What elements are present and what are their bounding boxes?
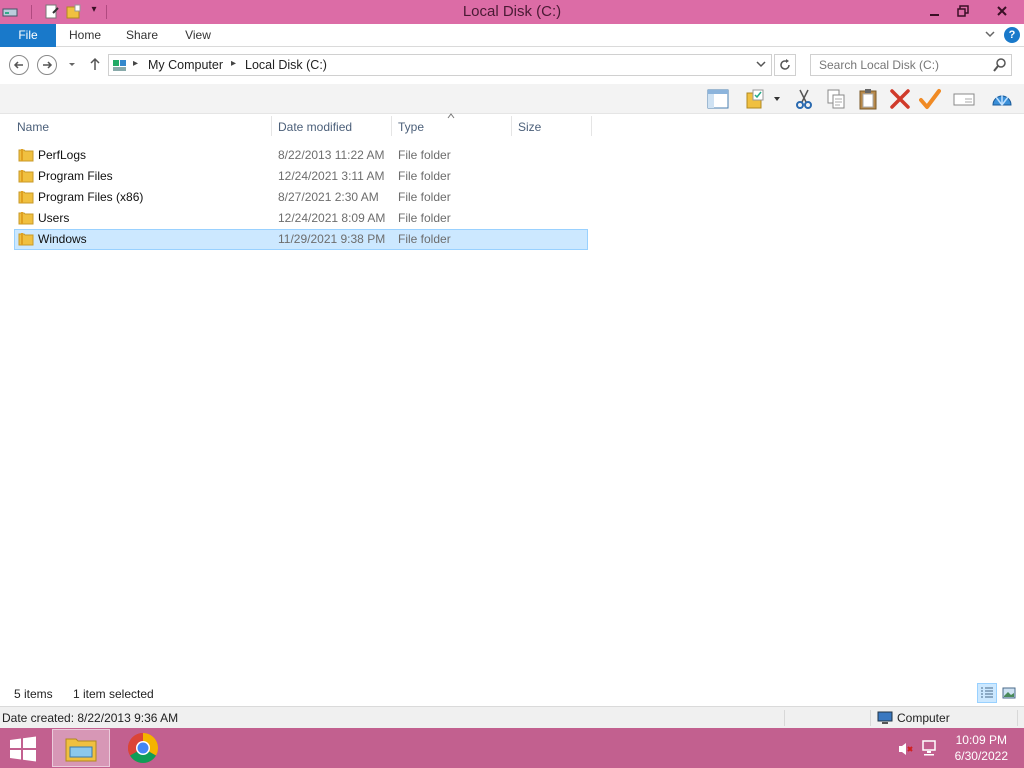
column-divider[interactable]	[591, 116, 592, 136]
search-box[interactable]: Search Local Disk (C:)	[810, 54, 1012, 76]
check-icon[interactable]	[918, 87, 942, 111]
help-icon[interactable]: ?	[1004, 27, 1020, 43]
file-type: File folder	[398, 232, 451, 246]
refresh-button[interactable]	[774, 54, 796, 76]
breadcrumb-my-computer[interactable]: My Computer	[148, 58, 223, 72]
recent-locations-icon[interactable]	[66, 58, 78, 70]
file-name: Windows	[38, 232, 87, 246]
column-header-size[interactable]: Size	[513, 114, 591, 140]
file-explorer-taskbar-button[interactable]	[52, 729, 110, 767]
status-bar: 5 items 1 item selected	[0, 683, 1024, 705]
forward-button[interactable]	[37, 55, 57, 75]
file-name: Program Files (x86)	[38, 190, 144, 204]
preview-pane-icon[interactable]	[706, 87, 730, 111]
tab-share[interactable]: Share	[120, 24, 164, 47]
clock-date: 6/30/2022	[954, 749, 1008, 763]
folder-icon	[18, 211, 34, 225]
file-row[interactable]: PerfLogs 8/22/2013 11:22 AM File folder	[14, 145, 588, 166]
chrome-taskbar-button[interactable]	[114, 729, 172, 767]
tab-file[interactable]: File	[0, 24, 56, 47]
cut-icon[interactable]	[792, 87, 816, 111]
system-clock[interactable]: 10:09 PM 6/30/2022	[955, 732, 1008, 764]
command-toolbar	[0, 84, 1024, 114]
network-icon[interactable]	[921, 740, 939, 759]
restore-button[interactable]	[948, 0, 978, 22]
back-button[interactable]	[9, 55, 29, 75]
details-bar: Date created: 8/22/2013 9:36 AM Computer	[0, 706, 1024, 728]
address-dropdown-icon[interactable]	[755, 57, 767, 74]
delete-icon[interactable]	[888, 87, 912, 111]
computer-icon	[112, 58, 128, 77]
column-header-name[interactable]: Name	[12, 114, 272, 140]
rename-icon[interactable]	[952, 87, 976, 111]
file-type: File folder	[398, 148, 451, 162]
column-divider[interactable]	[391, 116, 392, 136]
volume-muted-icon[interactable]	[898, 741, 914, 760]
close-button[interactable]	[984, 0, 1020, 22]
file-date-modified: 12/24/2021 8:09 AM	[278, 211, 386, 225]
folder-icon	[18, 148, 34, 162]
window-title: Local Disk (C:)	[462, 3, 562, 20]
file-type: File folder	[398, 169, 451, 183]
folder-icon	[18, 190, 34, 204]
file-name: PerfLogs	[38, 148, 87, 162]
file-row[interactable]: Users 12/24/2021 8:09 AM File folder	[14, 208, 588, 229]
item-count: 5 items	[14, 687, 53, 701]
paste-icon[interactable]	[856, 87, 880, 111]
file-date-modified: 12/24/2021 3:11 AM	[278, 169, 385, 183]
column-divider[interactable]	[271, 116, 272, 136]
copy-icon[interactable]	[824, 87, 848, 111]
search-icon[interactable]	[993, 57, 1007, 76]
folder-icon	[18, 169, 34, 183]
up-arrow-icon[interactable]	[87, 56, 103, 72]
file-date-modified: 11/29/2021 9:38 PM	[278, 232, 386, 246]
file-type: File folder	[398, 211, 451, 225]
file-name: Users	[38, 211, 70, 225]
clock-time: 10:09 PM	[955, 733, 1007, 747]
file-date-modified: 8/22/2013 11:22 AM	[278, 148, 385, 162]
column-header-date-modified[interactable]: Date modified	[273, 114, 391, 140]
select-dropdown-icon[interactable]	[770, 87, 784, 111]
sort-ascending-icon	[447, 112, 455, 121]
navigation-bar: ▸ My Computer ▸ Local Disk (C:) Search L…	[0, 48, 1024, 84]
title-bar[interactable]: ▾ Local Disk (C:)	[0, 0, 1024, 24]
breadcrumb-local-disk[interactable]: Local Disk (C:)	[245, 58, 327, 72]
search-placeholder: Search Local Disk (C:)	[819, 58, 940, 72]
large-icons-view-button[interactable]	[999, 683, 1019, 703]
details-view-button[interactable]	[977, 683, 997, 703]
location-label: Computer	[897, 711, 950, 725]
computer-icon	[877, 710, 893, 729]
selection-count: 1 item selected	[73, 687, 154, 701]
minimize-button[interactable]	[920, 0, 950, 22]
tab-view[interactable]: View	[178, 24, 218, 47]
folder-icon	[18, 232, 34, 246]
shell-icon[interactable]	[990, 87, 1014, 111]
file-name: Program Files	[38, 169, 113, 183]
taskbar: 10:09 PM 6/30/2022	[0, 728, 1024, 768]
breadcrumb-separator-icon[interactable]: ▸	[133, 58, 138, 69]
chevron-down-icon[interactable]	[984, 28, 996, 43]
breadcrumb-separator-icon[interactable]: ▸	[231, 58, 236, 69]
file-row[interactable]: Program Files 12/24/2021 3:11 AM File fo…	[14, 166, 588, 187]
select-folder-icon[interactable]	[744, 87, 768, 111]
date-created: Date created: 8/22/2013 9:36 AM	[2, 711, 179, 725]
file-row[interactable]: Program Files (x86) 8/27/2021 2:30 AM Fi…	[14, 187, 588, 208]
tab-home[interactable]: Home	[62, 24, 108, 47]
file-date-modified: 8/27/2021 2:30 AM	[278, 190, 379, 204]
start-button[interactable]	[8, 736, 38, 762]
ribbon: File Home Share View ?	[0, 24, 1024, 47]
file-row-selected[interactable]: Windows 11/29/2021 9:38 PM File folder	[14, 229, 588, 250]
address-bar[interactable]: ▸ My Computer ▸ Local Disk (C:)	[108, 54, 772, 76]
file-type: File folder	[398, 190, 451, 204]
column-divider[interactable]	[511, 116, 512, 136]
